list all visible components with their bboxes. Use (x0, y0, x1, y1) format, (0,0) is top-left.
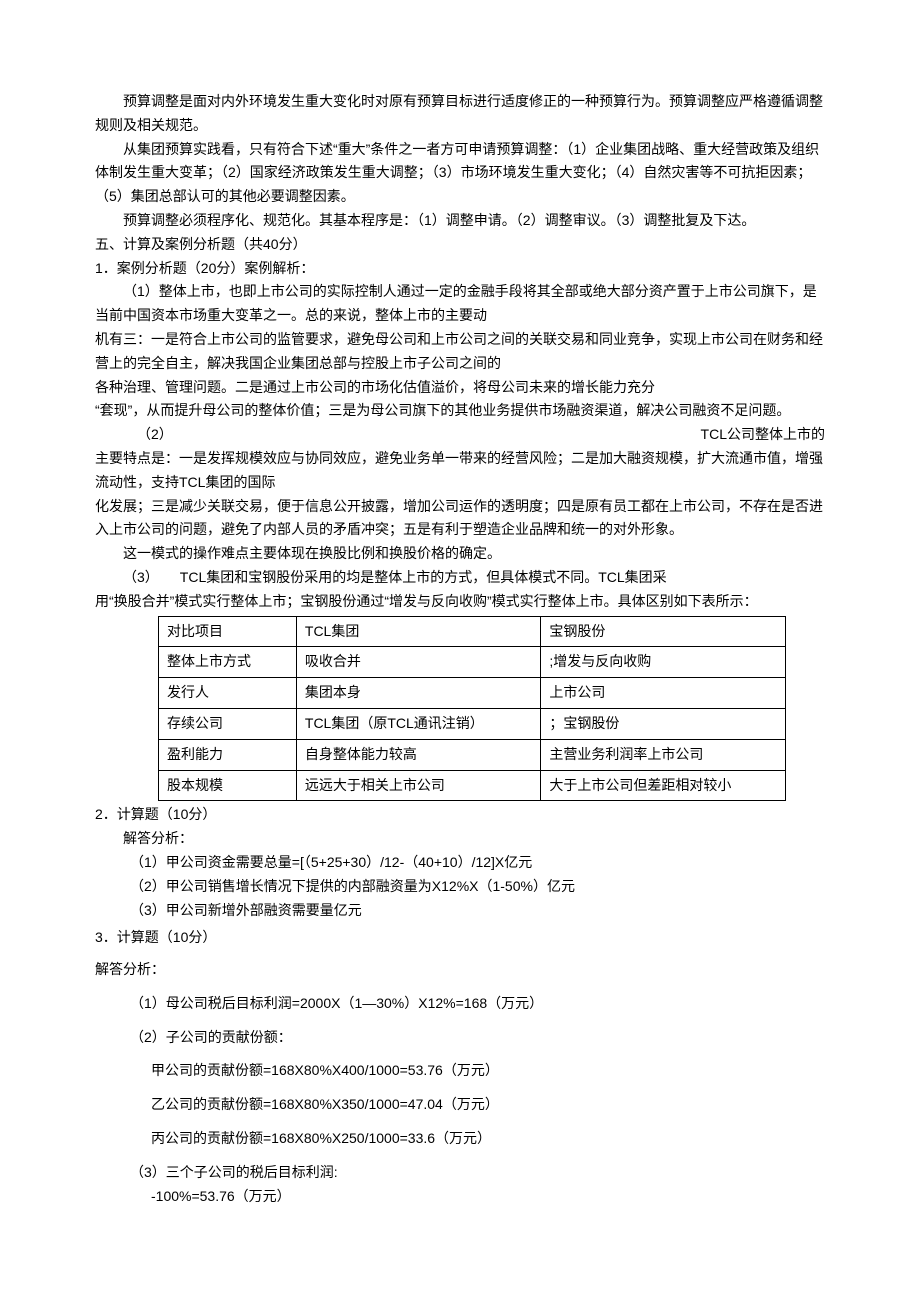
comparison-table: 对比项目 TCL集团 宝钢股份 整体上市方式 吸收合并 ;增发与反向收购 发行人… (158, 616, 786, 802)
table-cell: TCL集团（原TCL通讯注销） (296, 708, 540, 739)
table-cell: 主营业务利润率上市公司 (541, 739, 785, 770)
paragraph: 预算调整必须程序化、规范化。其基本程序是：（1）调整申请。（2）调整审议。（3）… (95, 209, 825, 233)
table-cell: 发行人 (159, 678, 297, 709)
table-cell: 自身整体能力较高 (296, 739, 540, 770)
paragraph: （3） TCL集团和宝钢股份采用的均是整体上市的方式，但具体模式不同。TCL集团… (95, 566, 825, 590)
table-cell: 存续公司 (159, 708, 297, 739)
table-cell: ；宝钢股份 (541, 708, 785, 739)
split-line: （2） TCL公司整体上市的 (95, 423, 825, 447)
paragraph: 解答分析： (95, 827, 825, 851)
table-row: 对比项目 TCL集团 宝钢股份 (159, 616, 786, 647)
paragraph-left: （2） (95, 423, 173, 447)
table-cell: 大于上市公司但差距相对较小 (541, 770, 785, 801)
table-cell: 集团本身 (296, 678, 540, 709)
paragraph-right: TCL公司整体上市的 (701, 423, 825, 447)
paragraph: （2）甲公司销售增长情况下提供的内部融资量为X12%X（1-50%）亿元 (95, 875, 825, 899)
table-cell: 吸收合并 (296, 647, 540, 678)
table-cell: 上市公司 (541, 678, 785, 709)
paragraph: 化发展；三是减少关联交易，便于信息公开披露，增加公司运作的透明度；四是原有员工都… (95, 495, 825, 543)
table-cell: TCL集团 (296, 616, 540, 647)
table-cell: 宝钢股份 (541, 616, 785, 647)
table-cell: 盈利能力 (159, 739, 297, 770)
table-cell: 对比项目 (159, 616, 297, 647)
paragraph: 主要特点是：一是发挥规模效应与协同效应，避免业务单一带来的经营风险；二是加大融资… (95, 447, 825, 495)
question-3-heading: 3．计算题（10分） (95, 926, 825, 950)
table-row: 整体上市方式 吸收合并 ;增发与反向收购 (159, 647, 786, 678)
paragraph: 这一模式的操作难点主要体现在换股比例和换股价格的确定。 (95, 542, 825, 566)
paragraph: （1）母公司税后目标利润=2000X（1—30%）X12%=168（万元） (95, 992, 825, 1016)
question-2-heading: 2．计算题（10分） (95, 803, 825, 827)
table-cell: 整体上市方式 (159, 647, 297, 678)
question-1-heading: 1．案例分析题（20分）案例解析： (95, 257, 825, 281)
paragraph: 乙公司的贡献份额=168X80%X350/1000=47.04（万元） (95, 1093, 825, 1117)
paragraph: 从集团预算实践看，只有符合下述“重大”条件之一者方可申请预算调整：（1）企业集团… (95, 138, 825, 209)
table-row: 盈利能力 自身整体能力较高 主营业务利润率上市公司 (159, 739, 786, 770)
table-row: 股本规模 远远大于相关上市公司 大于上市公司但差距相对较小 (159, 770, 786, 801)
paragraph: 各种治理、管理问题。二是通过上市公司的市场化估值溢价，将母公司未来的增长能力充分 (95, 376, 825, 400)
section-heading-5: 五、计算及案例分析题（共40分） (95, 233, 825, 257)
table-row: 存续公司 TCL集团（原TCL通讯注销） ；宝钢股份 (159, 708, 786, 739)
table-cell: 远远大于相关上市公司 (296, 770, 540, 801)
table-row: 发行人 集团本身 上市公司 (159, 678, 786, 709)
table-cell: 股本规模 (159, 770, 297, 801)
paragraph: （1）整体上市，也即上市公司的实际控制人通过一定的金融手段将其全部或绝大部分资产… (95, 280, 825, 328)
paragraph: （3）甲公司新增外部融资需要量亿元 (95, 899, 825, 923)
table-cell: ;增发与反向收购 (541, 647, 785, 678)
paragraph: （3）三个子公司的税后目标利润: (95, 1161, 825, 1185)
paragraph: 甲公司的贡献份额=168X80%X400/1000=53.76（万元） (95, 1059, 825, 1083)
paragraph: 用“换股合并”模式实行整体上市；宝钢股份通过“增发与反向收购”模式实行整体上市。… (95, 590, 825, 614)
paragraph: 预算调整是面对内外环境发生重大变化时对原有预算目标进行适度修正的一种预算行为。预… (95, 90, 825, 138)
paragraph: 丙公司的贡献份额=168X80%X250/1000=33.6（万元） (95, 1127, 825, 1151)
paragraph: “套现”，从而提升母公司的整体价值；三是为母公司旗下的其他业务提供市场融资渠道，… (95, 399, 825, 423)
paragraph: 机有三：一是符合上市公司的监管要求，避免母公司和上市公司之间的关联交易和同业竞争… (95, 328, 825, 376)
paragraph: （1）甲公司资金需要总量=[（5+25+30）/12-（40+10）/12]X亿… (95, 851, 825, 875)
paragraph: -100%=53.76（万元） (95, 1185, 825, 1209)
paragraph: （2）子公司的贡献份额： (95, 1026, 825, 1050)
paragraph: 解答分析： (95, 958, 825, 982)
